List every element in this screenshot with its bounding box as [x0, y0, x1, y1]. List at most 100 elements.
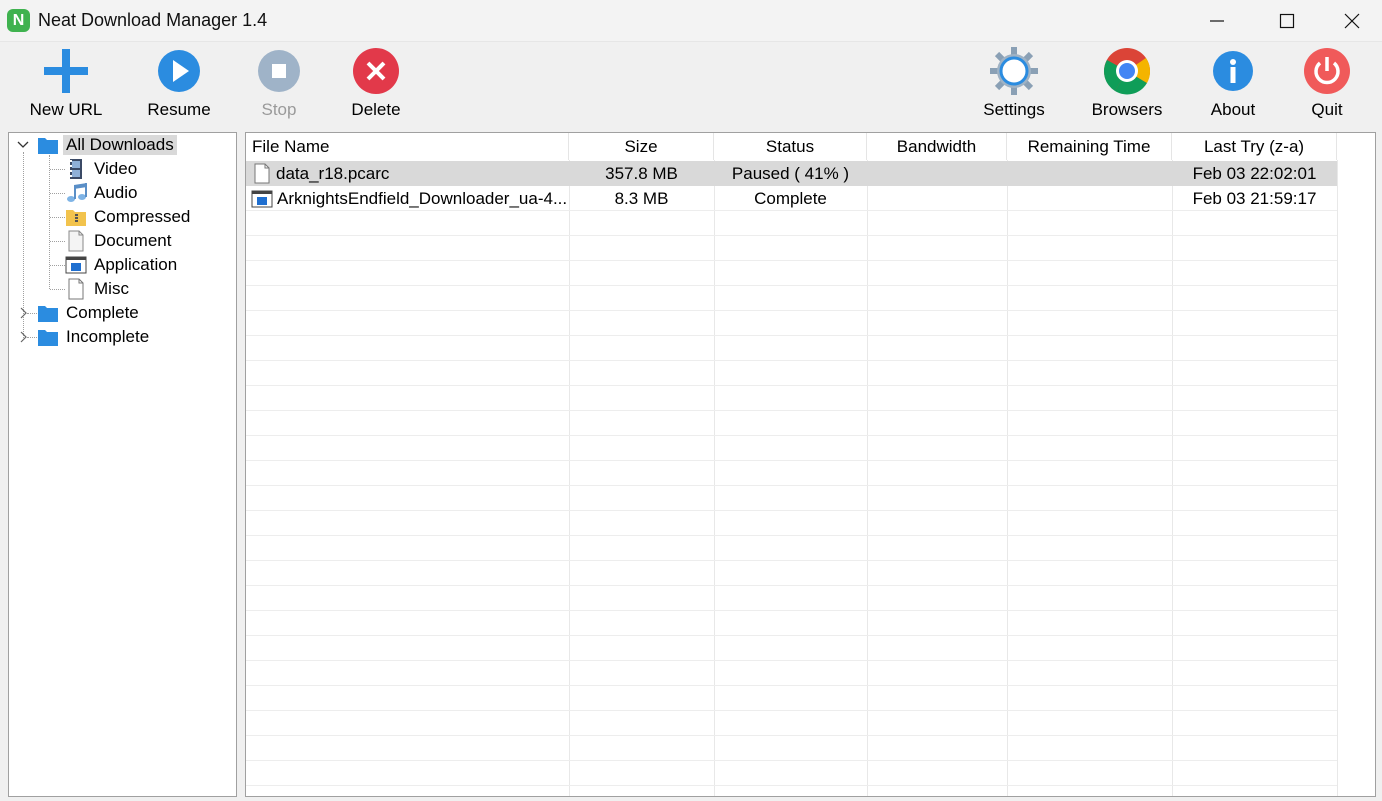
row-grid-line — [246, 335, 1337, 336]
film-icon — [65, 158, 87, 180]
tree-guide-line — [49, 155, 50, 289]
column-separator — [569, 160, 570, 796]
row-grid-line — [246, 410, 1337, 411]
row-grid-line — [246, 735, 1337, 736]
row-grid-line — [246, 285, 1337, 286]
size-cell: 357.8 MB — [605, 163, 678, 183]
delete-button[interactable]: Delete — [336, 43, 416, 123]
folder-icon — [37, 302, 59, 324]
window-title: Neat Download Manager 1.4 — [38, 10, 268, 30]
delete-label: Delete — [351, 100, 401, 119]
tree-guide-line — [50, 265, 65, 266]
application-icon — [250, 189, 274, 209]
tree-item-compressed[interactable]: Compressed — [65, 206, 193, 228]
tree-item-application[interactable]: Application — [65, 254, 180, 276]
settings-button[interactable]: Settings — [974, 43, 1054, 123]
play-icon — [154, 46, 204, 96]
minimize-icon — [1210, 20, 1224, 22]
column-separator — [1337, 160, 1338, 796]
browsers-button[interactable]: Browsers — [1087, 43, 1167, 123]
row-grid-line — [246, 535, 1337, 536]
column-header-status[interactable]: Status — [714, 133, 867, 160]
row-grid-line — [246, 785, 1337, 786]
tree-guide-line — [50, 241, 65, 242]
category-tree[interactable]: All Downloads Video Audio Compressed Doc… — [8, 132, 237, 797]
gear-icon — [989, 46, 1039, 96]
stop-icon — [254, 46, 304, 96]
power-icon — [1302, 46, 1352, 96]
stop-label: Stop — [261, 100, 297, 119]
remaining-time-cell — [1007, 186, 1172, 211]
maximize-icon — [1279, 13, 1295, 29]
status-cell: Paused ( 41% ) — [731, 163, 850, 183]
column-header-remaining-time[interactable]: Remaining Time — [1007, 133, 1172, 160]
quit-button[interactable]: Quit — [1287, 43, 1367, 123]
tree-guide-line — [50, 169, 65, 170]
tree-item-label: Incomplete — [66, 327, 150, 346]
minimize-button[interactable] — [1182, 0, 1252, 42]
maximize-button[interactable] — [1252, 0, 1322, 42]
title-bar: N Neat Download Manager 1.4 — [0, 0, 1382, 42]
document-icon — [253, 163, 271, 184]
tree-item-document[interactable]: Document — [65, 230, 174, 252]
row-grid-line — [246, 660, 1337, 661]
column-separator — [1007, 160, 1008, 796]
music-note-icon — [65, 182, 87, 204]
file-name-cell: data_r18.pcarc — [246, 161, 569, 186]
resume-button[interactable]: Resume — [139, 43, 219, 123]
quit-label: Quit — [1311, 100, 1343, 119]
tree-item-video[interactable]: Video — [65, 158, 140, 180]
column-header-size[interactable]: Size — [569, 133, 714, 160]
row-grid-line — [246, 485, 1337, 486]
row-grid-line — [246, 385, 1337, 386]
folder-icon — [37, 134, 59, 156]
row-grid-line — [246, 260, 1337, 261]
row-grid-line — [246, 760, 1337, 761]
collapse-chevron-icon[interactable] — [17, 139, 29, 151]
bandwidth-cell — [867, 161, 1007, 186]
tree-item-incomplete[interactable]: Incomplete — [37, 326, 152, 348]
tree-guide-line — [50, 193, 65, 194]
download-list[interactable]: File Name Size Status Bandwidth Remainin… — [245, 132, 1376, 797]
tree-guide-line — [50, 289, 65, 290]
column-header-bandwidth[interactable]: Bandwidth — [867, 133, 1007, 160]
application-icon — [65, 254, 87, 276]
tree-item-label: Document — [94, 231, 172, 250]
plus-icon — [41, 46, 91, 96]
row-grid-line — [246, 510, 1337, 511]
expand-chevron-icon[interactable] — [17, 331, 29, 343]
about-button[interactable]: About — [1193, 43, 1273, 123]
row-grid-line — [246, 235, 1337, 236]
row-grid-line — [246, 610, 1337, 611]
row-grid-line — [246, 560, 1337, 561]
size-cell: 8.3 MB — [614, 188, 669, 208]
close-button[interactable] — [1322, 0, 1382, 42]
toolbar: New URL Resume Stop Delete Settings Brow… — [0, 43, 1382, 129]
row-grid-line — [246, 435, 1337, 436]
document-icon — [65, 230, 87, 252]
about-label: About — [1210, 100, 1256, 119]
app-logo-icon: N — [7, 9, 30, 32]
table-row[interactable]: data_r18.pcarc 357.8 MB Paused ( 41% ) F… — [246, 161, 1337, 186]
tree-item-audio[interactable]: Audio — [65, 182, 140, 204]
remaining-time-cell — [1007, 161, 1172, 186]
row-grid-line — [246, 460, 1337, 461]
stop-button[interactable]: Stop — [239, 43, 319, 123]
row-grid-line — [246, 710, 1337, 711]
row-grid-line — [246, 685, 1337, 686]
tree-item-misc[interactable]: Misc — [65, 278, 132, 300]
new-url-button[interactable]: New URL — [26, 43, 106, 123]
table-row[interactable]: ArknightsEndfield_Downloader_ua-4... 8.3… — [246, 186, 1337, 211]
expand-chevron-icon[interactable] — [17, 307, 29, 319]
row-grid-line — [246, 585, 1337, 586]
tree-item-complete[interactable]: Complete — [37, 302, 142, 324]
column-header-file-name[interactable]: File Name — [246, 133, 569, 160]
row-grid-line — [246, 360, 1337, 361]
column-separator — [867, 160, 868, 796]
tree-item-all-downloads[interactable]: All Downloads — [37, 134, 177, 156]
tree-item-label: Misc — [94, 279, 129, 298]
column-header-last-try[interactable]: Last Try (z-a) — [1172, 133, 1337, 160]
column-separator — [714, 160, 715, 796]
tree-item-label: Compressed — [94, 207, 191, 226]
status-cell: Complete — [754, 188, 827, 208]
